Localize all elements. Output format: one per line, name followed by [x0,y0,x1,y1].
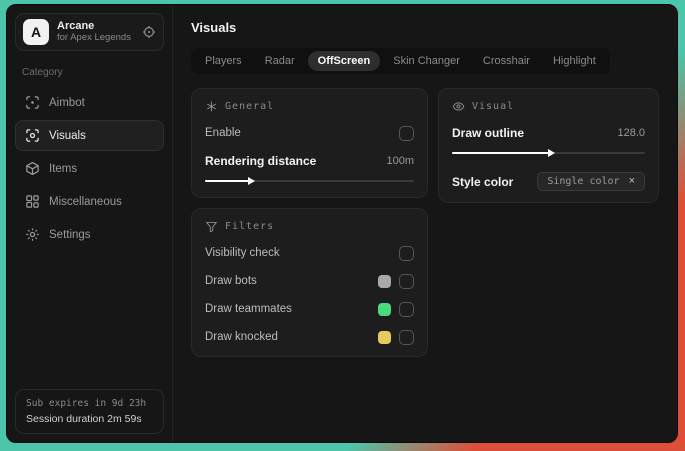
sidebar-item-label: Visuals [49,129,86,142]
panel-filters-header: Filters [205,220,414,233]
crosshair-icon [25,95,40,110]
panel-filters: Filters Visibility check Draw bots Draw … [191,208,428,357]
visibility-check-label: Visibility check [205,247,280,259]
draw-outline-value: 128.0 [617,127,645,139]
left-column: General Enable Rendering distance 100m F… [191,88,428,357]
category-label: Category [22,67,63,78]
enable-row: Enable [205,125,414,141]
sub-expires-text: Sub expires in 9d 23h [26,398,147,409]
sidebar-item-visuals[interactable]: Visuals [15,120,164,151]
tab-bar: Players Radar OffScreen Skin Changer Cro… [191,48,610,74]
slider-fill [205,177,255,185]
draw-bots-color-swatch[interactable] [378,274,391,288]
tab-offscreen[interactable]: OffScreen [307,51,381,71]
panel-general: General Enable Rendering distance 100m [191,88,428,198]
sidebar-item-items[interactable]: Items [15,153,164,184]
page-title: Visuals [191,20,237,35]
rendering-distance-value: 100m [386,155,414,167]
style-color-row: Style color Single color × [452,172,645,191]
panel-visual: Visual Draw outline 128.0 Style color Si… [438,88,659,203]
brand-card: A Arcane for Apex Legends [15,13,164,51]
enable-label: Enable [205,127,241,139]
draw-knocked-checkbox[interactable] [399,329,414,345]
rendering-distance-label: Rendering distance [205,154,317,168]
sidebar-item-settings[interactable]: Settings [15,219,164,250]
close-icon[interactable]: × [629,176,635,187]
panel-title: General [225,101,275,112]
draw-teammates-checkbox[interactable] [399,301,414,317]
main-content: Visuals Players Radar OffScreen Skin Cha… [173,5,677,442]
app-window: A Arcane for Apex Legends Category Aimbo… [6,4,678,443]
grid-icon [25,194,40,209]
tab-skin-changer[interactable]: Skin Changer [383,51,470,71]
style-color-select[interactable]: Single color × [537,172,645,191]
session-card: Sub expires in 9d 23h Session duration 2… [15,389,164,434]
tab-radar[interactable]: Radar [255,51,305,71]
draw-outline-row: Draw outline 128.0 [452,125,645,141]
style-color-label: Style color [452,174,514,189]
sidebar-item-label: Miscellaneous [49,195,122,208]
eye-icon [452,100,465,113]
visibility-check-row: Visibility check [205,245,414,261]
right-column: Visual Draw outline 128.0 Style color Si… [438,88,659,203]
app-subtitle: for Apex Legends [57,32,131,44]
draw-teammates-row: Draw teammates [205,301,414,317]
tab-players[interactable]: Players [195,51,252,71]
draw-bots-checkbox[interactable] [399,273,414,289]
slider-fill [452,149,554,157]
draw-teammates-label: Draw teammates [205,303,292,315]
app-logo: A [23,19,49,45]
target-icon[interactable] [142,25,156,39]
draw-bots-label: Draw bots [205,275,257,287]
funnel-icon [205,220,218,233]
enable-checkbox[interactable] [399,125,414,141]
draw-knocked-color-swatch[interactable] [378,330,391,344]
draw-teammates-color-swatch[interactable] [378,302,391,316]
draw-bots-row: Draw bots [205,273,414,289]
draw-knocked-label: Draw knocked [205,331,278,343]
panel-title: Visual [472,101,515,112]
visibility-check-checkbox[interactable] [399,245,414,261]
tab-highlight[interactable]: Highlight [543,51,606,71]
tab-crosshair[interactable]: Crosshair [473,51,540,71]
style-color-value: Single color [547,176,620,187]
panels-grid: General Enable Rendering distance 100m F… [191,88,659,357]
panel-title: Filters [225,221,275,232]
sidebar-item-label: Settings [49,228,91,241]
sidebar-item-label: Items [49,162,78,175]
cube-icon [25,161,40,176]
session-duration-text: Session duration 2m 59s [26,413,142,425]
sidebar-item-label: Aimbot [49,96,85,109]
app-name: Arcane [57,19,95,32]
draw-outline-label: Draw outline [452,126,525,140]
draw-outline-slider[interactable] [452,148,645,158]
panel-visual-header: Visual [452,100,645,113]
panel-general-header: General [205,100,414,113]
sidebar: A Arcane for Apex Legends Category Aimbo… [7,5,173,442]
sidebar-item-aimbot[interactable]: Aimbot [15,87,164,118]
sparkle-icon [205,100,218,113]
rendering-distance-slider[interactable] [205,176,414,186]
brand-text: Arcane for Apex Legends [57,20,131,45]
gear-icon [25,227,40,242]
sidebar-item-miscellaneous[interactable]: Miscellaneous [15,186,164,217]
sidebar-nav: Aimbot Visuals Items Miscellaneous Setti… [15,85,164,252]
eye-scan-icon [25,128,40,143]
draw-knocked-row: Draw knocked [205,329,414,345]
rendering-distance-row: Rendering distance 100m [205,153,414,169]
